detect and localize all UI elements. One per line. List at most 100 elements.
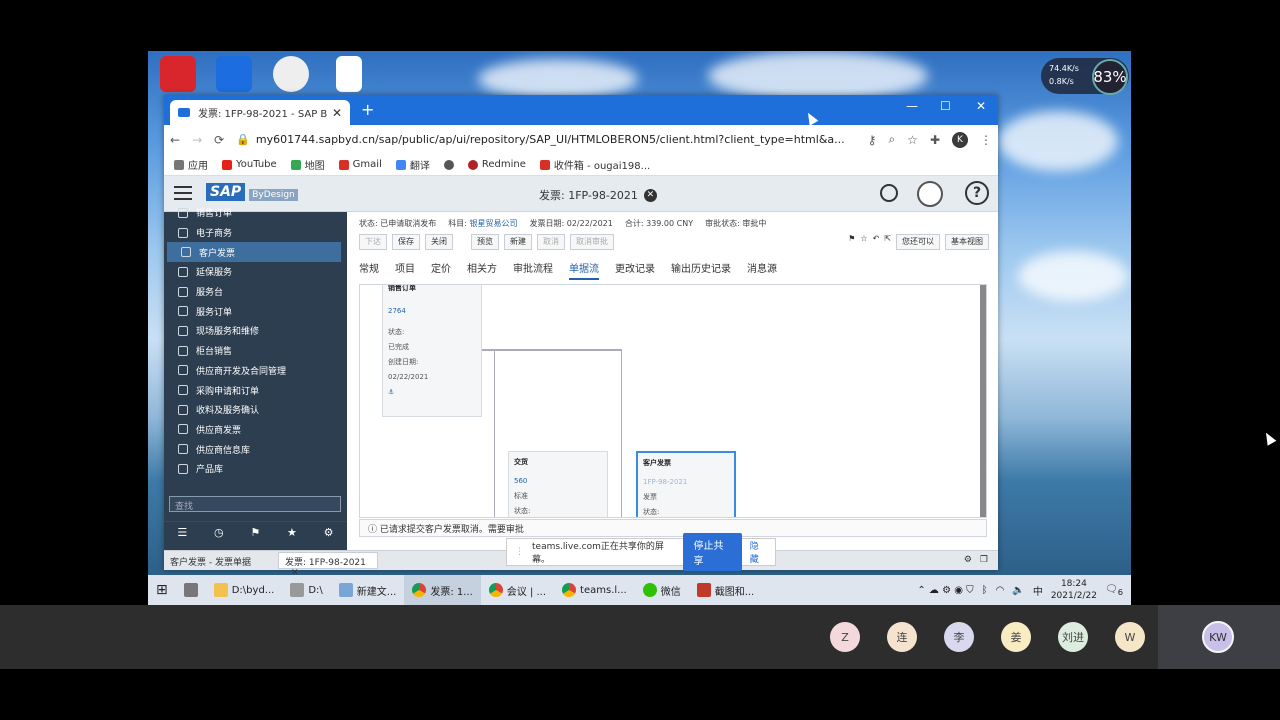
close-window-tab-icon[interactable]: ✕ [291,568,299,575]
sidebar-item[interactable]: 服务订单 [164,301,347,321]
basic-view-button[interactable]: 基本视图 [945,234,989,250]
recent-clock-icon[interactable]: ◷ [214,526,224,539]
taskbar-notepad[interactable]: 新建文... [331,575,405,605]
flag-icon[interactable]: ⚑ [250,526,260,539]
earth-pro-desktop-icon[interactable] [273,56,309,92]
sidebar-item[interactable]: 服务台 [164,282,347,302]
tab-message-source[interactable]: 消息源 [747,260,777,280]
sidebar-item[interactable]: 供应商信息库 [164,439,347,459]
sidebar-item[interactable]: 采购申请和订单 [164,380,347,400]
new-button[interactable]: 新建 [504,234,532,250]
participant-avatar[interactable]: 李 [944,622,974,652]
sidebar-item[interactable]: 延保服务 [164,262,347,282]
notification-center-icon[interactable]: 🗨6 [1105,584,1123,597]
cancel-approval-button[interactable]: 取消审批 [570,234,614,250]
help-icon[interactable]: ? [965,181,989,205]
close-document-icon[interactable]: ✕ [643,188,657,202]
release-button[interactable]: 下达 [359,234,387,250]
user-avatar[interactable] [917,181,943,207]
close-button[interactable]: 关闭 [425,234,453,250]
taskbar-snipping[interactable]: 截图和... [689,575,763,605]
taskbar-chrome-invoice[interactable]: 发票: 1... [404,575,481,605]
bookmark-translate[interactable]: 翻译 [395,157,430,172]
tab-items[interactable]: 项目 [395,260,415,280]
volume-icon[interactable]: 🔈 [1012,585,1024,596]
delivery-id-link[interactable]: 560 [514,474,602,489]
close-window-icon[interactable]: ✕ [976,99,986,113]
sidebar-item[interactable]: 供应商发票 [164,420,347,440]
ime-indicator[interactable]: 中 [1033,583,1043,598]
favorite-icon[interactable]: ☆ [860,234,867,250]
wifi-icon[interactable]: ◠ [996,585,1005,596]
participant-avatar[interactable]: 刘进 [1058,622,1088,652]
sidebar-item[interactable]: 现场服务和维修 [164,321,347,341]
key-icon[interactable]: ⚷ [868,133,877,147]
tab-approval-flow[interactable]: 审批流程 [513,260,553,280]
list-icon[interactable]: ☰ [177,526,187,539]
participant-avatar[interactable]: 连 [887,622,917,652]
flag-icon[interactable]: ⚑ [848,234,855,250]
account-link[interactable]: 银星贸易公司 [470,219,518,228]
tab-general[interactable]: 常规 [359,260,379,280]
back-icon[interactable]: ← [170,133,180,147]
sidebar-item[interactable]: 电子商务 [164,223,347,243]
start-button[interactable]: ⊞ [148,575,176,605]
flow-scrollbar[interactable] [980,285,986,517]
omnibox[interactable]: 🔒 my601744.sapbyd.cn/sap/public/ap/ui/re… [236,133,855,146]
sidebar-item[interactable]: 供应商开发及合同管理 [164,361,347,381]
sidebar-item[interactable]: 客户发票 [167,242,341,263]
preview-button[interactable]: 预览 [471,234,499,250]
participant-avatar[interactable]: W [1115,622,1145,652]
sidebar-search-input[interactable]: 查找 [169,496,341,512]
zoom-icon[interactable]: ⌕ [888,132,895,147]
bookmark-redmine[interactable]: Redmine [467,159,526,170]
cancel-button[interactable]: 取消 [537,234,565,250]
taskbar-chrome-teams[interactable]: teams.l... [554,575,635,605]
tools-icon[interactable]: ⚙ [324,526,334,539]
share-icon[interactable]: ⇱ [884,234,891,250]
adobe-cloud-desktop-icon[interactable] [160,56,196,92]
customer-invoice-card[interactable]: 客户发票 1FP-98-2021 发票 状态: [636,451,736,517]
taskbar-pinned-app[interactable] [176,575,206,605]
you-can-also-button[interactable]: 您还可以 [896,234,940,250]
reload-icon[interactable]: ⟳ [214,133,224,147]
minimize-icon[interactable]: — [906,99,918,113]
bookmark-apps[interactable]: 应用 [174,157,208,172]
taskbar-explorer-byd[interactable]: D:\byd... [206,575,283,605]
bookmark-inbox[interactable]: 收件箱 - ougai198... [539,157,650,172]
sidebar-item[interactable]: 柜台销售 [164,341,347,361]
bookmark-gmail[interactable]: Gmail [338,159,382,170]
sidebar-item[interactable]: 销售订单 [164,203,347,223]
anchor-icon[interactable]: ⚓ [388,385,476,400]
tab-parties[interactable]: 相关方 [467,260,497,280]
tray-icons[interactable]: ⌃ ☁ ⚙ ◉ ⛉ [917,585,973,596]
new-tab-button[interactable]: + [361,100,374,119]
system-clock[interactable]: 18:24 2021/2/22 [1051,578,1097,602]
drag-handle-icon[interactable]: ⋮ [515,547,524,557]
browser-tab[interactable]: 发票: 1FP-98-2021 - SAP Busin ✕ [170,100,350,125]
extensions-icon[interactable]: ✚ [930,133,940,147]
stop-sharing-button[interactable]: 停止共享 [683,533,742,571]
save-button[interactable]: 保存 [392,234,420,250]
security-desktop-icon[interactable] [216,56,252,92]
sidebar-item[interactable]: 产品库 [164,459,347,479]
taskbar-wechat[interactable]: 微信 [635,575,689,605]
participant-avatar[interactable]: 姜 [1001,622,1031,652]
profile-avatar[interactable]: K [952,131,968,148]
maximize-icon[interactable]: ☐ [940,99,951,113]
sales-order-id-link[interactable]: 2764 [388,304,476,319]
sales-order-card[interactable]: 销售订单 2764 状态: 已完成 创建日期: 02/22/2021 ⚓ [382,285,482,417]
bookmark-youtube[interactable]: YouTube [222,159,277,170]
window-icon[interactable]: ❐ [980,555,988,565]
close-tab-icon[interactable]: ✕ [332,106,342,120]
search-icon[interactable] [880,184,898,202]
bookmark-maps[interactable]: 地图 [290,157,325,172]
forward-icon[interactable]: → [192,133,202,147]
taskbar-chrome-meeting[interactable]: 会议 | ... [481,575,554,605]
tab-document-flow[interactable]: 单据流 [569,260,599,280]
sidebar-item[interactable]: 收料及服务确认 [164,400,347,420]
menu-dots-icon[interactable]: ⋮ [980,133,992,147]
tab-change-log[interactable]: 更改记录 [615,260,655,280]
hamburger-menu-icon[interactable] [174,186,192,200]
file-desktop-icon[interactable] [336,56,362,92]
